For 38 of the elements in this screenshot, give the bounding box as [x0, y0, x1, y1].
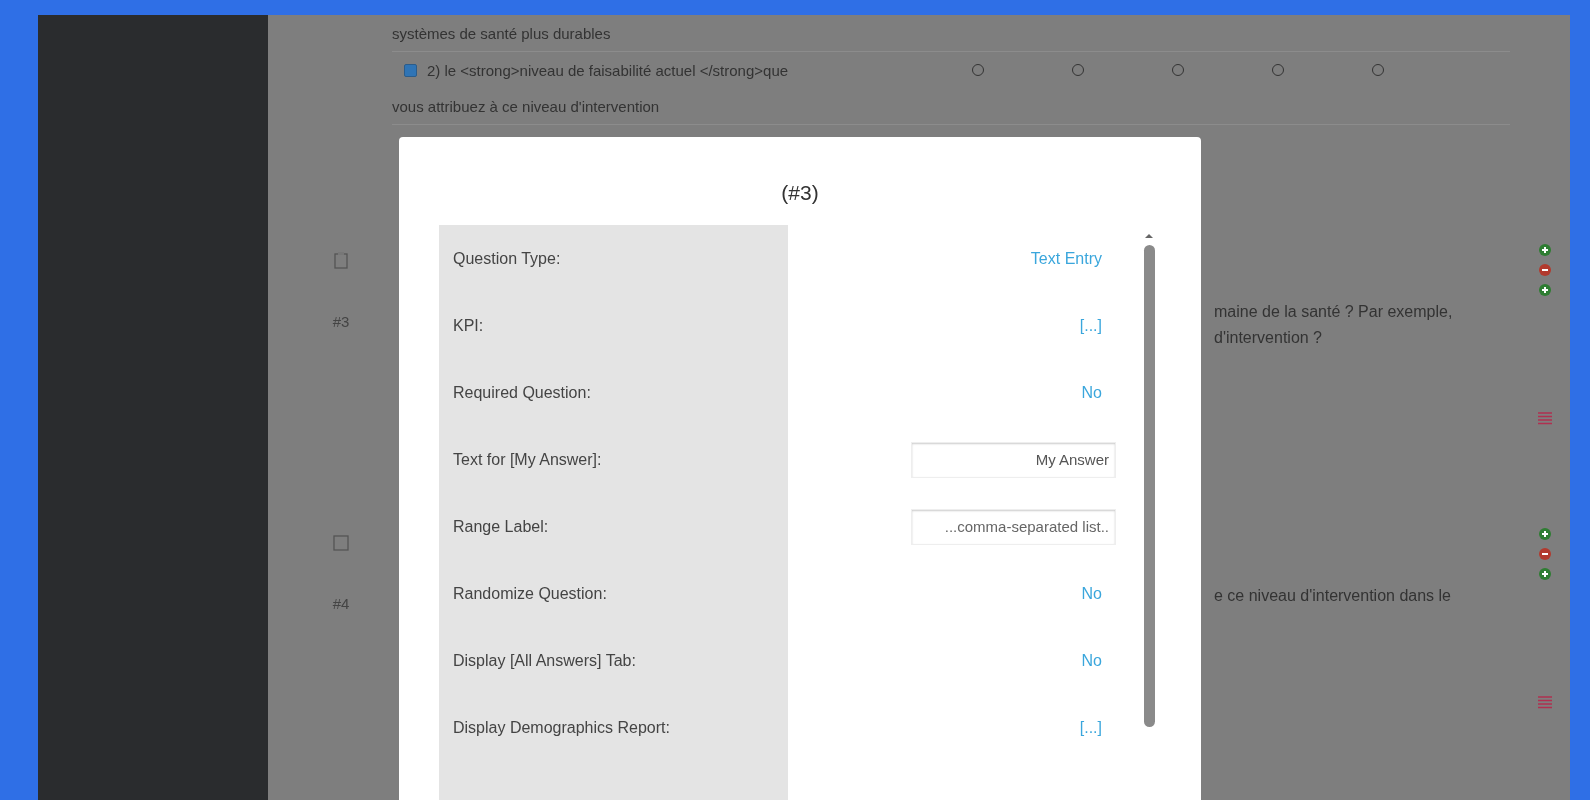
minus-icon[interactable]	[1538, 546, 1552, 561]
list-icon[interactable]	[1537, 411, 1553, 425]
field-label: Range Label:	[453, 517, 549, 536]
value-link[interactable]: No	[1081, 651, 1102, 670]
question-text: maine de la santé ? Par exemple,	[1214, 303, 1454, 321]
question-text: e ce niveau d'intervention dans le	[1214, 586, 1452, 605]
checkbox-icon[interactable]	[333, 534, 349, 551]
value-link[interactable]: [...]	[1079, 316, 1102, 335]
checkbox[interactable]	[404, 63, 417, 77]
list-icon[interactable]	[1537, 694, 1553, 709]
question-number: #4	[332, 594, 350, 612]
scroll-up-icon[interactable]	[1144, 233, 1154, 239]
value-link[interactable]: [...]	[1079, 718, 1102, 737]
field-label: Text for [My Answer]:	[453, 450, 602, 469]
value-link[interactable]: No	[1081, 584, 1102, 603]
plus-icon[interactable]	[1538, 283, 1552, 297]
field-label: Required Question:	[453, 383, 591, 402]
scrollbar-thumb[interactable]	[1143, 245, 1155, 727]
document-icon[interactable]	[334, 251, 348, 269]
question-text: systèmes de santé plus durables	[392, 24, 611, 42]
statement-text: 2) le <strong>niveau de faisabilité actuel </strong>que	[427, 61, 790, 79]
value-link[interactable]: No	[1081, 383, 1102, 402]
question-number: #3	[332, 313, 350, 330]
dialog-title: (#3)	[780, 180, 820, 206]
plus-icon[interactable]	[1538, 566, 1552, 581]
field-label: Display Demographics Report:	[453, 718, 670, 737]
value-link[interactable]: Text Entry	[1030, 249, 1102, 268]
question-text: d'intervention ?	[1214, 329, 1323, 347]
plus-icon[interactable]	[1538, 243, 1552, 257]
field-label: Question Type:	[453, 249, 561, 268]
field-label: Display [All Answers] Tab:	[453, 651, 636, 670]
field-label: Randomize Question:	[453, 584, 607, 603]
minus-icon[interactable]	[1538, 263, 1552, 277]
plus-icon[interactable]	[1538, 526, 1552, 541]
field-label: KPI:	[453, 316, 484, 335]
input-field[interactable]: ...comma-separated list..	[911, 508, 1116, 545]
question-text: vous attribuez à ce niveau d'intervention	[392, 97, 660, 115]
input-field[interactable]: My Answer	[911, 441, 1116, 478]
